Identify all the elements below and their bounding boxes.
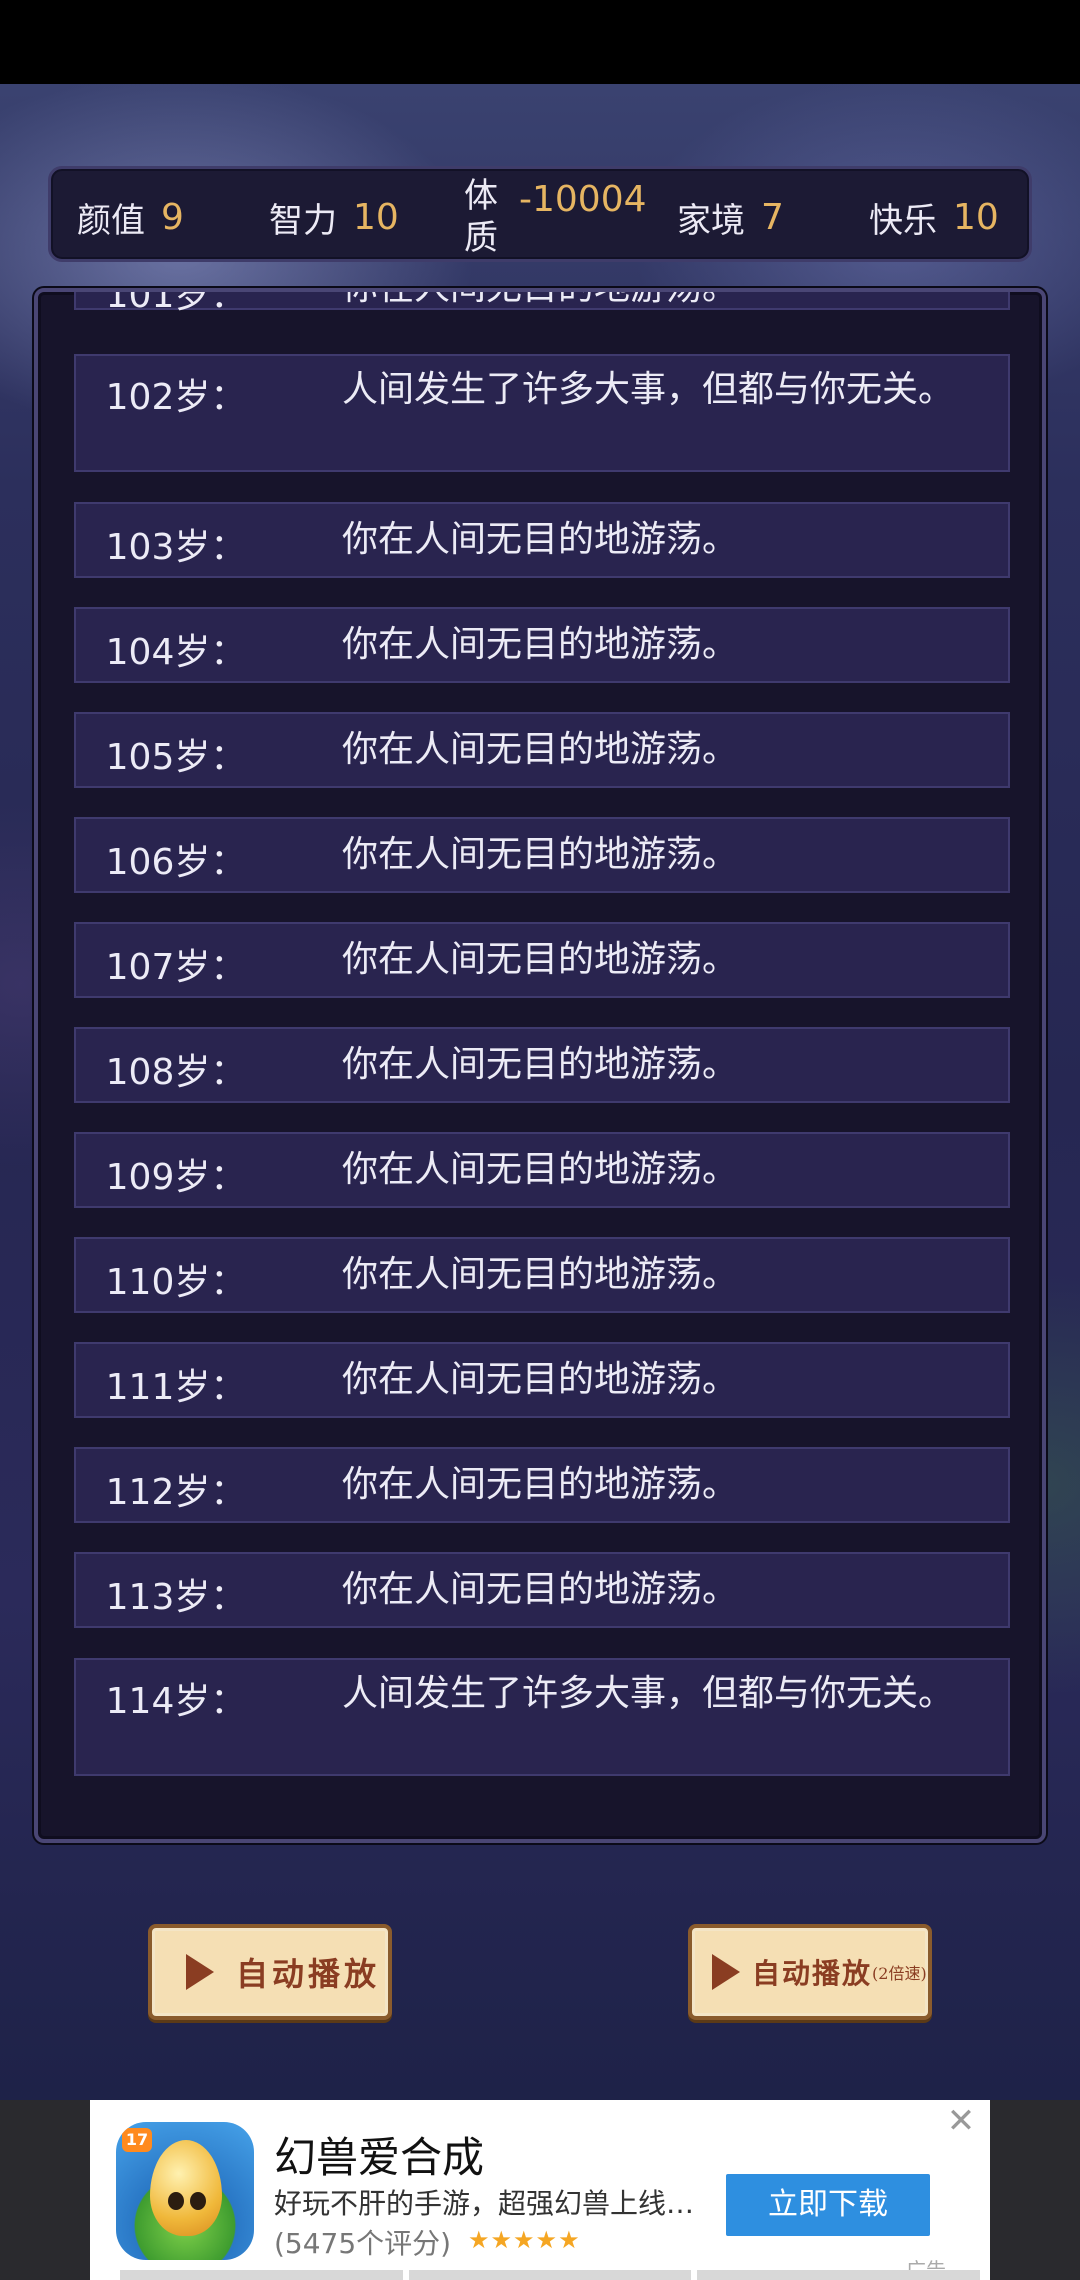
event-row: 110岁： 你在人间无目的地游荡。: [74, 1237, 1010, 1313]
event-text: 你在人间无目的地游荡。: [342, 519, 739, 560]
event-text: 你在人间无目的地游荡。: [342, 1464, 739, 1505]
download-button[interactable]: 立即下载: [726, 2174, 930, 2236]
attr-constitution: 体 质 -10004: [461, 169, 647, 265]
event-age: 110岁：: [105, 1262, 247, 1303]
attr-value: 9: [161, 196, 184, 238]
event-age: 106岁：: [105, 842, 247, 883]
auto-play-2x-button[interactable]: 自动播放 (2倍速): [688, 1924, 932, 2020]
event-text: 你在人间无目的地游荡。: [342, 939, 739, 980]
ad-app-name[interactable]: 幻兽爱合成: [274, 2124, 484, 2185]
app-icon[interactable]: 17: [116, 2122, 254, 2260]
event-text: 你在人间无目的地游荡。: [342, 729, 739, 770]
play-icon: [186, 1954, 214, 1990]
attribute-bar: 颜值 9 智力 10 体 质 -10004 家境 7 快乐 10: [48, 166, 1032, 262]
close-icon[interactable]: ✕: [946, 2104, 976, 2138]
attr-label: 颜值: [77, 200, 145, 241]
event-text: 你在人间无目的地游荡。: [342, 292, 982, 310]
attr-label-bottom: 质: [464, 218, 498, 258]
life-events-panel[interactable]: 101岁： 你在人间无目的地游荡。 102岁： 人间发生了许多大事，但都与你无关…: [34, 288, 1046, 1843]
event-age: 108岁：: [105, 1052, 247, 1093]
event-text: 人间发生了许多大事，但都与你无关。: [342, 369, 955, 410]
auto-play-button[interactable]: 自动播放: [148, 1924, 392, 2020]
attr-label: 体 质: [461, 175, 501, 259]
event-age: 104岁：: [105, 632, 247, 673]
auto-play-2x-suffix: (2倍速): [872, 1964, 927, 1983]
event-age: 113岁：: [105, 1577, 247, 1618]
event-age: 102岁：: [105, 377, 247, 418]
attr-value: -10004: [519, 179, 647, 220]
event-age: 111岁：: [105, 1367, 247, 1408]
attr-happiness: 快乐 10: [869, 169, 999, 265]
attr-label: 快乐: [869, 200, 937, 241]
event-row: 113岁： 你在人间无目的地游荡。: [74, 1552, 1010, 1628]
age-rating-badge: 17: [122, 2128, 152, 2152]
attr-value: 10: [953, 196, 999, 238]
event-row: 109岁： 你在人间无目的地游荡。: [74, 1132, 1010, 1208]
event-text: 你在人间无目的地游荡。: [342, 1359, 739, 1400]
attr-appearance: 颜值 9: [77, 169, 184, 265]
event-age: 109岁：: [105, 1157, 247, 1198]
ad-description: 好玩不肝的手游，超强幻兽上线…: [274, 2187, 695, 2220]
auto-play-label: 自动播放: [236, 1955, 381, 1993]
auto-play-2x-label: 自动播放: [752, 1957, 873, 1990]
event-row: 111岁： 你在人间无目的地游荡。: [74, 1342, 1010, 1418]
event-row: 105岁： 你在人间无目的地游荡。: [74, 712, 1010, 788]
event-row: 108岁： 你在人间无目的地游荡。: [74, 1027, 1010, 1103]
event-row: 102岁： 人间发生了许多大事，但都与你无关。: [74, 354, 1010, 472]
event-text: 你在人间无目的地游荡。: [342, 1044, 739, 1085]
attr-label: 家境: [677, 200, 745, 241]
event-age: 105岁：: [105, 737, 247, 778]
event-text: 你在人间无目的地游荡。: [342, 834, 739, 875]
star-rating-icon: ★★★★★: [468, 2226, 581, 2254]
event-age: 103岁：: [105, 527, 247, 568]
event-row: 106岁： 你在人间无目的地游荡。: [74, 817, 1010, 893]
event-age: 114岁：: [105, 1681, 247, 1722]
event-row: 104岁： 你在人间无目的地游荡。: [74, 607, 1010, 683]
eye-icon: [190, 2192, 206, 2210]
event-row: 101岁： 你在人间无目的地游荡。: [74, 292, 1010, 316]
attr-label: 智力: [269, 200, 337, 241]
event-age: 112岁：: [105, 1472, 247, 1513]
attr-label-top: 体: [464, 176, 498, 216]
event-row: 103岁： 你在人间无目的地游荡。: [74, 502, 1010, 578]
status-bar: [0, 0, 1080, 84]
ad-rating-count: (5475个评分): [274, 2227, 452, 2260]
play-icon: [712, 1954, 740, 1990]
event-text: 你在人间无目的地游荡。: [342, 1149, 739, 1190]
event-text: 你在人间无目的地游荡。: [342, 624, 739, 665]
egg-creature-icon: [150, 2140, 222, 2236]
ad-image-strip: [120, 2270, 981, 2280]
attr-value: 7: [761, 196, 784, 238]
event-age: 107岁：: [105, 947, 247, 988]
event-row: 114岁： 人间发生了许多大事，但都与你无关。: [74, 1658, 1010, 1776]
attr-value: 10: [353, 196, 399, 238]
event-text: 你在人间无目的地游荡。: [342, 1569, 739, 1610]
event-age: 101岁：: [105, 288, 247, 316]
event-row: 107岁： 你在人间无目的地游荡。: [74, 922, 1010, 998]
attr-family: 家境 7: [677, 169, 784, 265]
event-row: 112岁： 你在人间无目的地游荡。: [74, 1447, 1010, 1523]
eye-icon: [168, 2192, 184, 2210]
attr-intelligence: 智力 10: [269, 169, 399, 265]
event-text: 你在人间无目的地游荡。: [342, 1254, 739, 1295]
event-text: 人间发生了许多大事，但都与你无关。: [342, 1673, 955, 1714]
